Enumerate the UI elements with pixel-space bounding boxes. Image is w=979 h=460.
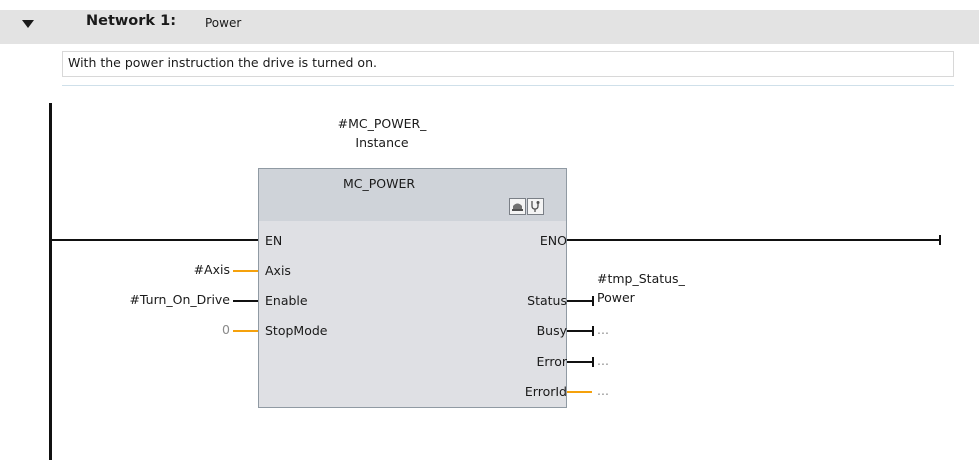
error-wire-endcap — [592, 357, 594, 367]
pin-status[interactable]: Status — [527, 293, 567, 309]
error-operand[interactable]: ... — [597, 353, 609, 369]
network-title: Network 1: — [86, 13, 176, 29]
mc-power-function-block[interactable]: MC_POWER — [258, 168, 567, 408]
enable-operand[interactable]: #Turn_On_Drive — [129, 292, 230, 308]
stethoscope-icon[interactable] — [527, 198, 544, 215]
status-operand-line1: #tmp_Status_ — [597, 271, 685, 286]
busy-wire-endcap — [592, 326, 594, 336]
errorid-output-wire — [567, 391, 592, 393]
pin-en[interactable]: EN — [265, 233, 282, 249]
instance-label-line1: #MC_POWER_ — [337, 116, 427, 131]
pin-axis[interactable]: Axis — [265, 263, 291, 279]
busy-operand[interactable]: ... — [597, 322, 609, 338]
comment-separator — [62, 85, 954, 86]
en-power-wire — [52, 239, 258, 241]
left-power-rail — [49, 103, 52, 460]
block-edit-icon[interactable] — [509, 198, 526, 215]
eno-wire-endcap — [939, 235, 941, 245]
instance-db-label[interactable]: #MC_POWER_ Instance — [312, 114, 452, 152]
instance-label-line2: Instance — [355, 135, 409, 150]
status-output-wire — [567, 300, 592, 302]
stopmode-operand[interactable]: 0 — [222, 322, 230, 338]
enable-input-wire — [233, 300, 258, 302]
eno-output-wire — [567, 239, 940, 241]
pin-eno[interactable]: ENO — [540, 233, 567, 249]
function-block-name: MC_POWER — [342, 176, 416, 191]
pin-stopmode[interactable]: StopMode — [265, 323, 327, 339]
status-operand-line2: Power — [597, 290, 635, 305]
pin-error[interactable]: Error — [537, 354, 567, 370]
axis-input-wire — [233, 270, 258, 272]
pin-errorid[interactable]: ErrorId — [525, 384, 567, 400]
status-operand[interactable]: #tmp_Status_ Power — [597, 271, 685, 306]
axis-operand[interactable]: #Axis — [194, 262, 230, 278]
network-comment-field[interactable]: With the power instruction the drive is … — [62, 51, 954, 77]
error-output-wire — [567, 361, 592, 363]
collapse-triangle-icon[interactable] — [22, 20, 34, 28]
status-wire-endcap — [592, 296, 594, 306]
stopmode-input-wire — [233, 330, 258, 332]
busy-output-wire — [567, 330, 592, 332]
errorid-operand[interactable]: ... — [597, 383, 609, 399]
pin-enable[interactable]: Enable — [265, 293, 308, 309]
network-name[interactable]: Power — [205, 16, 241, 30]
pin-busy[interactable]: Busy — [537, 323, 567, 339]
